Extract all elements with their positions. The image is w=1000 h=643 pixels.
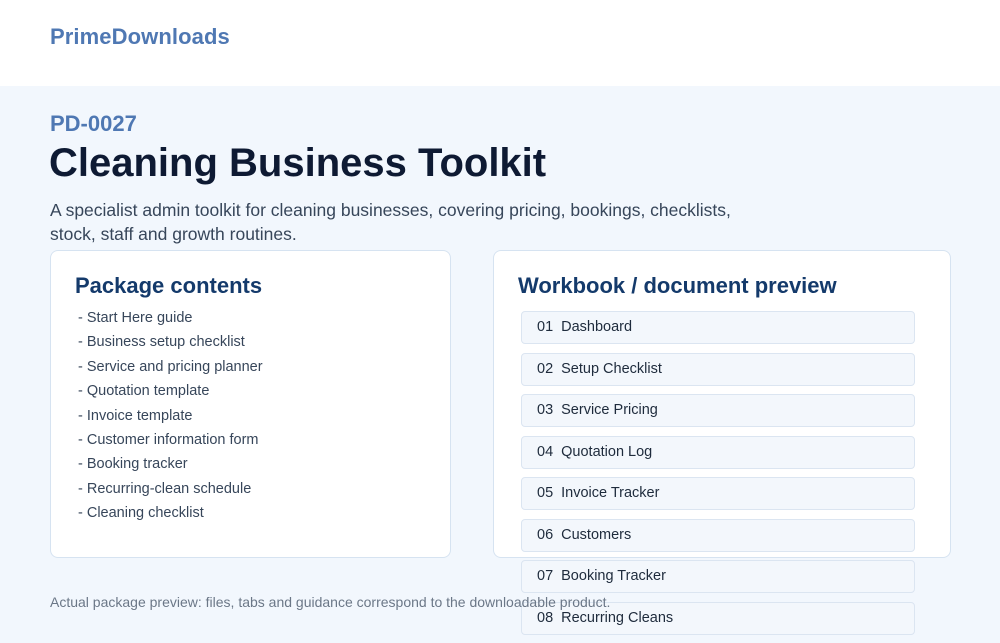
sheet-item-booking-tracker[interactable]: 07 Booking Tracker [521,560,915,593]
contents-item: - Quotation template [78,383,210,400]
product-description: A specialist admin toolkit for cleaning … [50,200,731,244]
sheet-label: Invoice Tracker [561,485,660,501]
sheet-item-service-pricing[interactable]: 03 Service Pricing [521,394,915,427]
sheet-label: Customers [561,526,632,543]
contents-item: - Business setup checklist [78,334,245,351]
package-contents-title: Package contents [75,273,263,298]
sheet-number: 06 [537,526,554,543]
contents-item: - Invoice template [78,407,193,424]
package-contents-card: Package contents - Start Here guide - Bu… [50,250,451,558]
sheet-number: 05 [537,485,554,501]
sheet-item-invoice-tracker[interactable]: 05 Invoice Tracker [521,477,915,510]
sheet-item-quotation-log[interactable]: 04 Quotation Log [521,435,915,469]
sheet-label: Service Pricing [561,402,658,418]
contents-item: - Start Here guide [78,310,193,326]
workbook-preview-title: Workbook / document preview [518,273,837,298]
sheet-number: 04 [537,443,554,460]
sheet-item-dashboard[interactable]: 01 Dashboard [521,311,915,344]
sheet-number: 01 [537,319,554,335]
contents-item: - Cleaning checklist [78,505,204,522]
sheet-number: 07 [537,568,554,584]
sheet-number: 02 [537,360,554,377]
sheet-label: Dashboard [561,319,633,335]
contents-item: - Customer information form [78,432,259,449]
contents-item: - Booking tracker [78,456,188,473]
sheet-label: Quotation Log [561,443,653,460]
sheet-item-setup-checklist[interactable]: 02 Setup Checklist [521,352,915,386]
sheet-item-customers[interactable]: 06 Customers [521,518,915,552]
contents-item: - Service and pricing planner [78,358,263,375]
top-bar: PrimeDownloads [0,0,1000,86]
page-title: Cleaning Business Toolkit [49,141,547,185]
sheet-label: Recurring Cleans [561,609,674,626]
brand-logo[interactable]: PrimeDownloads [50,24,230,50]
contents-item: - Recurring-clean schedule [78,480,252,497]
sheet-number: 03 [537,402,554,418]
sheet-label: Setup Checklist [561,360,662,377]
sheet-label: Booking Tracker [561,568,666,584]
package-contents-list: - Start Here guide - Business setup chec… [78,306,263,526]
preview-footnote: Actual package preview: files, tabs and … [50,594,611,610]
product-code: PD-0027 [50,111,137,136]
